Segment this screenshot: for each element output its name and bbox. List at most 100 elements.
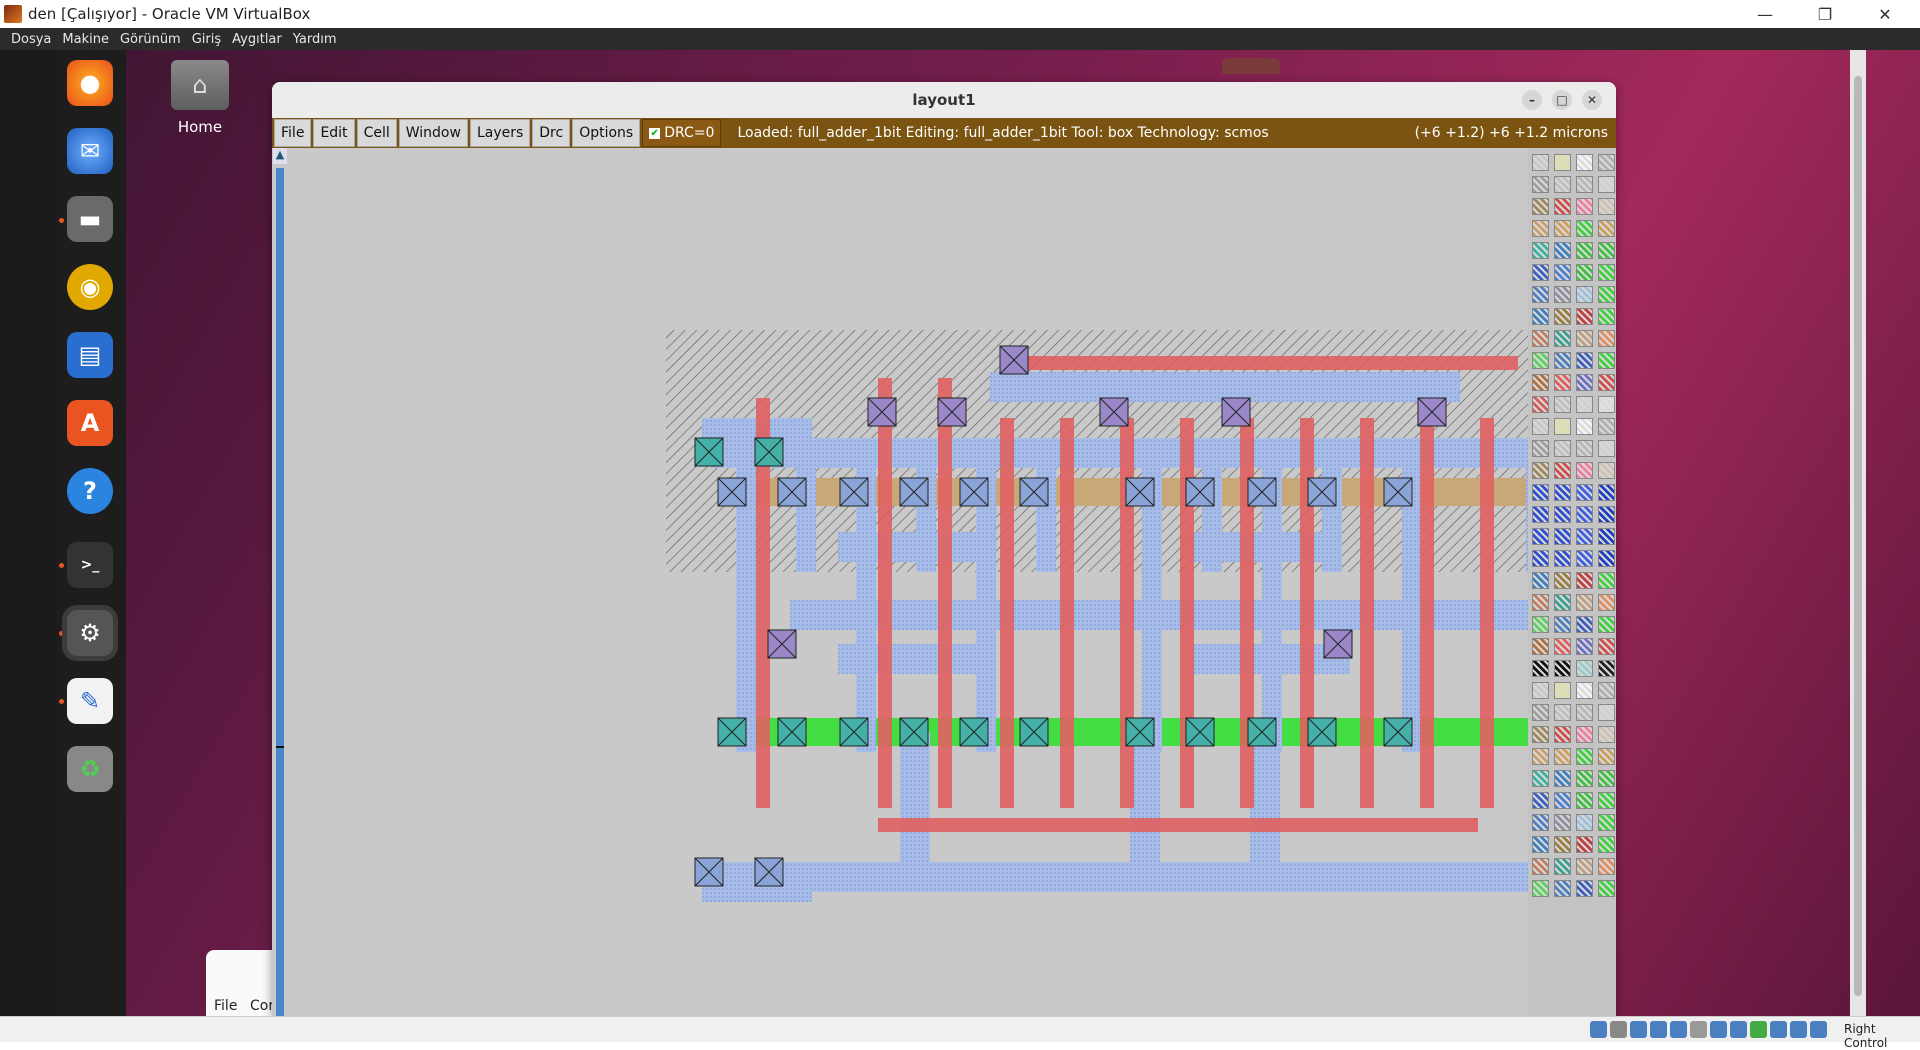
palette-layer-swatch[interactable]: [1576, 748, 1593, 765]
palette-layer-swatch[interactable]: [1576, 572, 1593, 589]
magic-menu-options[interactable]: Options: [572, 119, 641, 147]
firefox-icon[interactable]: ●: [67, 60, 113, 106]
palette-layer-swatch[interactable]: [1598, 330, 1615, 347]
bg-window-file-menu[interactable]: File: [214, 998, 237, 1014]
palette-layer-swatch[interactable]: [1598, 308, 1615, 325]
palette-layer-swatch[interactable]: [1576, 770, 1593, 787]
palette-layer-swatch[interactable]: [1532, 638, 1549, 655]
magic-menu-edit[interactable]: Edit: [313, 119, 355, 147]
palette-layer-swatch[interactable]: [1598, 770, 1615, 787]
palette-layer-swatch[interactable]: [1598, 506, 1615, 523]
palette-layer-swatch[interactable]: [1576, 462, 1593, 479]
palette-layer-swatch[interactable]: [1532, 440, 1549, 457]
palette-layer-swatch[interactable]: [1532, 154, 1549, 171]
help-icon[interactable]: ?: [67, 468, 113, 514]
palette-layer-swatch[interactable]: [1554, 704, 1571, 721]
palette-layer-swatch[interactable]: [1532, 748, 1549, 765]
palette-layer-swatch[interactable]: [1576, 484, 1593, 501]
palette-layer-swatch[interactable]: [1576, 242, 1593, 259]
palette-layer-swatch[interactable]: [1532, 572, 1549, 589]
palette-layer-swatch[interactable]: [1576, 506, 1593, 523]
palette-layer-swatch[interactable]: [1532, 550, 1549, 567]
palette-layer-swatch[interactable]: [1598, 396, 1615, 413]
menu-yardim[interactable]: Yardım: [293, 32, 337, 47]
palette-layer-swatch[interactable]: [1532, 594, 1549, 611]
palette-layer-swatch[interactable]: [1554, 836, 1571, 853]
palette-layer-swatch[interactable]: [1554, 726, 1571, 743]
palette-layer-swatch[interactable]: [1554, 154, 1571, 171]
palette-layer-swatch[interactable]: [1598, 440, 1615, 457]
text-editor-icon[interactable]: ✎: [67, 678, 113, 724]
palette-layer-swatch[interactable]: [1554, 594, 1571, 611]
palette-layer-swatch[interactable]: [1598, 726, 1615, 743]
palette-layer-swatch[interactable]: [1598, 286, 1615, 303]
palette-layer-swatch[interactable]: [1598, 418, 1615, 435]
palette-layer-swatch[interactable]: [1598, 242, 1615, 259]
palette-layer-swatch[interactable]: [1576, 264, 1593, 281]
palette-layer-swatch[interactable]: [1554, 660, 1571, 677]
palette-layer-swatch[interactable]: [1598, 374, 1615, 391]
palette-layer-swatch[interactable]: [1598, 814, 1615, 831]
palette-layer-swatch[interactable]: [1576, 198, 1593, 215]
palette-layer-swatch[interactable]: [1576, 638, 1593, 655]
palette-layer-swatch[interactable]: [1554, 484, 1571, 501]
layout-drawing[interactable]: [290, 148, 1616, 1016]
palette-layer-swatch[interactable]: [1554, 220, 1571, 237]
palette-layer-swatch[interactable]: [1554, 352, 1571, 369]
palette-layer-swatch[interactable]: [1554, 880, 1571, 897]
palette-layer-swatch[interactable]: [1598, 528, 1615, 545]
palette-layer-swatch[interactable]: [1598, 572, 1615, 589]
palette-layer-swatch[interactable]: [1532, 660, 1549, 677]
palette-layer-swatch[interactable]: [1598, 264, 1615, 281]
palette-layer-swatch[interactable]: [1598, 858, 1615, 875]
palette-layer-swatch[interactable]: [1554, 528, 1571, 545]
palette-layer-swatch[interactable]: [1576, 330, 1593, 347]
palette-layer-swatch[interactable]: [1576, 814, 1593, 831]
palette-layer-swatch[interactable]: [1532, 264, 1549, 281]
settings-icon[interactable]: ⚙: [67, 610, 113, 656]
layout-canvas[interactable]: [290, 148, 1616, 1016]
palette-layer-swatch[interactable]: [1576, 682, 1593, 699]
bg-window-cor-menu[interactable]: Cor: [250, 998, 274, 1014]
menu-dosya[interactable]: Dosya: [11, 32, 51, 47]
palette-layer-swatch[interactable]: [1554, 396, 1571, 413]
scroll-up-arrow-icon[interactable]: ▲: [273, 148, 287, 164]
palette-layer-swatch[interactable]: [1554, 638, 1571, 655]
palette-layer-swatch[interactable]: [1598, 638, 1615, 655]
palette-layer-swatch[interactable]: [1598, 616, 1615, 633]
palette-layer-swatch[interactable]: [1532, 242, 1549, 259]
palette-layer-swatch[interactable]: [1554, 198, 1571, 215]
palette-layer-swatch[interactable]: [1576, 880, 1593, 897]
palette-layer-swatch[interactable]: [1554, 682, 1571, 699]
palette-layer-swatch[interactable]: [1576, 704, 1593, 721]
menu-aygitlar[interactable]: Aygıtlar: [232, 32, 282, 47]
palette-layer-swatch[interactable]: [1554, 814, 1571, 831]
layout-minimize-button[interactable]: –: [1522, 90, 1542, 110]
palette-layer-swatch[interactable]: [1532, 682, 1549, 699]
palette-layer-swatch[interactable]: [1532, 792, 1549, 809]
palette-layer-swatch[interactable]: [1554, 242, 1571, 259]
palette-layer-swatch[interactable]: [1532, 396, 1549, 413]
terminal-icon[interactable]: >_: [67, 542, 113, 588]
palette-layer-swatch[interactable]: [1576, 858, 1593, 875]
palette-layer-swatch[interactable]: [1576, 352, 1593, 369]
palette-layer-swatch[interactable]: [1576, 374, 1593, 391]
palette-layer-swatch[interactable]: [1532, 198, 1549, 215]
palette-layer-swatch[interactable]: [1598, 682, 1615, 699]
palette-layer-swatch[interactable]: [1532, 352, 1549, 369]
palette-layer-swatch[interactable]: [1532, 726, 1549, 743]
palette-layer-swatch[interactable]: [1576, 660, 1593, 677]
palette-layer-swatch[interactable]: [1598, 352, 1615, 369]
palette-layer-swatch[interactable]: [1576, 528, 1593, 545]
palette-layer-swatch[interactable]: [1576, 154, 1593, 171]
palette-layer-swatch[interactable]: [1532, 330, 1549, 347]
close-button[interactable]: ✕: [1856, 0, 1914, 28]
palette-layer-swatch[interactable]: [1598, 484, 1615, 501]
palette-layer-swatch[interactable]: [1554, 770, 1571, 787]
palette-layer-swatch[interactable]: [1532, 858, 1549, 875]
palette-layer-swatch[interactable]: [1554, 308, 1571, 325]
palette-layer-swatch[interactable]: [1598, 594, 1615, 611]
palette-layer-swatch[interactable]: [1576, 308, 1593, 325]
palette-layer-swatch[interactable]: [1554, 264, 1571, 281]
palette-layer-swatch[interactable]: [1554, 286, 1571, 303]
